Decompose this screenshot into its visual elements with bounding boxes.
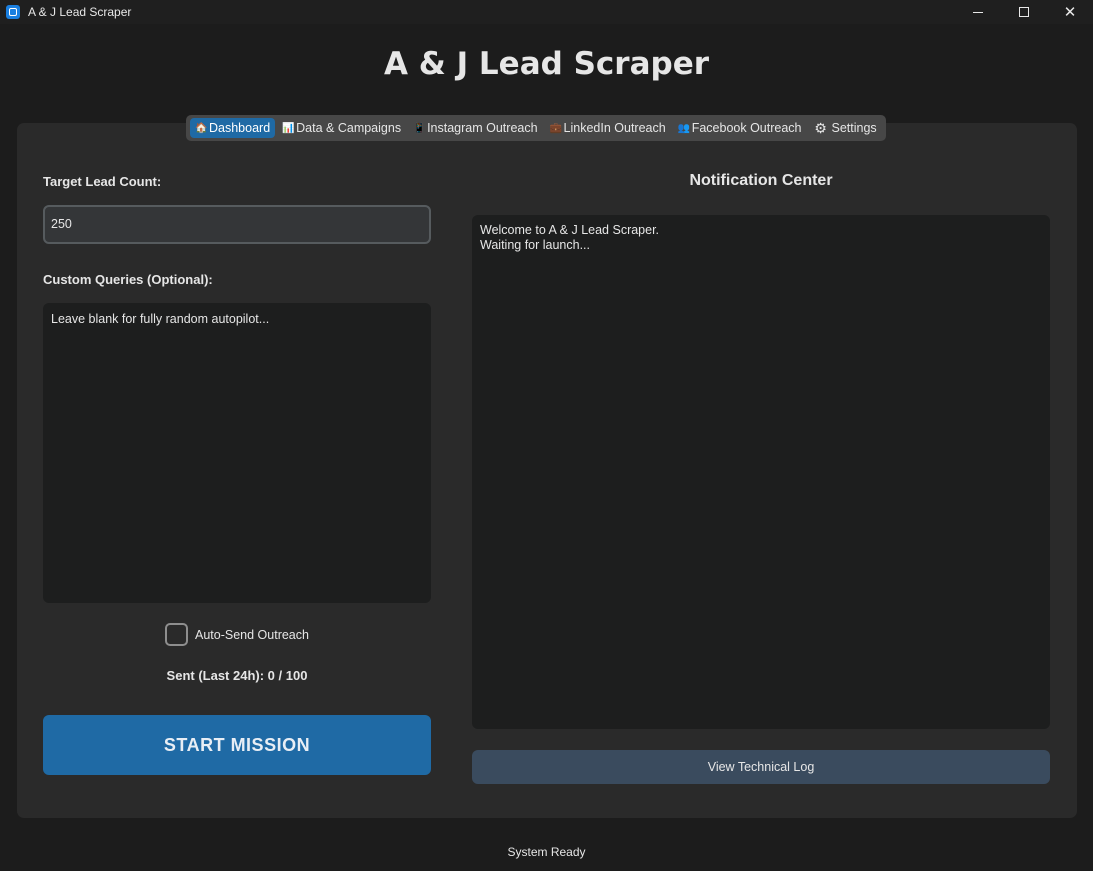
app-logo-icon bbox=[6, 5, 20, 19]
tab-label: Settings bbox=[831, 121, 877, 135]
view-technical-log-button[interactable]: View Technical Log bbox=[472, 750, 1050, 784]
tab-label: Instagram Outreach bbox=[427, 121, 538, 135]
auto-send-row[interactable]: Auto-Send Outreach bbox=[165, 623, 309, 646]
notification-center-title: Notification Center bbox=[689, 172, 833, 189]
window-controls: ✕ bbox=[955, 0, 1093, 24]
tab-label: Dashboard bbox=[209, 121, 271, 135]
notification-log[interactable]: Welcome to A & J Lead Scraper. Waiting f… bbox=[472, 215, 1050, 729]
gear-icon: ⚙ bbox=[814, 119, 827, 136]
start-mission-button[interactable]: START MISSION bbox=[43, 715, 431, 775]
minimize-button[interactable] bbox=[955, 0, 1001, 24]
tab-dashboard[interactable]: 🏠 Dashboard bbox=[190, 118, 276, 138]
page-title: A & J Lead Scraper bbox=[383, 46, 710, 82]
minimize-icon bbox=[973, 11, 983, 13]
people-icon: 👥 bbox=[677, 122, 691, 134]
auto-send-label[interactable]: Auto-Send Outreach bbox=[195, 628, 309, 642]
tab-label: Facebook Outreach bbox=[691, 121, 802, 135]
tab-linkedin-outreach[interactable]: 💼 LinkedIn Outreach bbox=[545, 118, 671, 138]
custom-queries-textarea[interactable]: Leave blank for fully random autopilot..… bbox=[43, 303, 431, 603]
tab-bar: 🏠 Dashboard 📊 Data & Campaigns 📱 Instagr… bbox=[186, 115, 886, 141]
tab-facebook-outreach[interactable]: 👥 Facebook Outreach bbox=[673, 118, 807, 138]
briefcase-icon: 💼 bbox=[549, 122, 562, 134]
home-icon: 🏠 bbox=[195, 122, 208, 134]
target-lead-count-input[interactable]: 250 bbox=[43, 205, 431, 244]
chart-icon: 📊 bbox=[282, 122, 295, 134]
auto-send-checkbox[interactable] bbox=[165, 623, 188, 646]
phone-icon: 📱 bbox=[413, 122, 426, 134]
close-button[interactable]: ✕ bbox=[1047, 0, 1093, 24]
maximize-icon bbox=[1019, 7, 1029, 17]
maximize-button[interactable] bbox=[1001, 0, 1047, 24]
close-icon: ✕ bbox=[1063, 3, 1077, 21]
tab-label: Data & Campaigns bbox=[296, 121, 402, 135]
custom-queries-label: Custom Queries (Optional): bbox=[43, 272, 213, 287]
tab-data-campaigns[interactable]: 📊 Data & Campaigns bbox=[277, 118, 406, 138]
status-text: System Ready bbox=[507, 845, 586, 859]
window-titlebar: A & J Lead Scraper ✕ bbox=[0, 0, 1093, 24]
sent-count-text: Sent (Last 24h): 0 / 100 bbox=[166, 668, 308, 683]
target-lead-count-label: Target Lead Count: bbox=[43, 174, 162, 189]
notification-line: Waiting for launch... bbox=[480, 238, 591, 252]
notification-line: Welcome to A & J Lead Scraper. bbox=[480, 223, 660, 237]
window-title: A & J Lead Scraper bbox=[28, 5, 132, 19]
tab-instagram-outreach[interactable]: 📱 Instagram Outreach bbox=[408, 118, 542, 138]
tab-settings[interactable]: ⚙ Settings bbox=[809, 118, 882, 138]
tab-label: LinkedIn Outreach bbox=[563, 121, 666, 135]
